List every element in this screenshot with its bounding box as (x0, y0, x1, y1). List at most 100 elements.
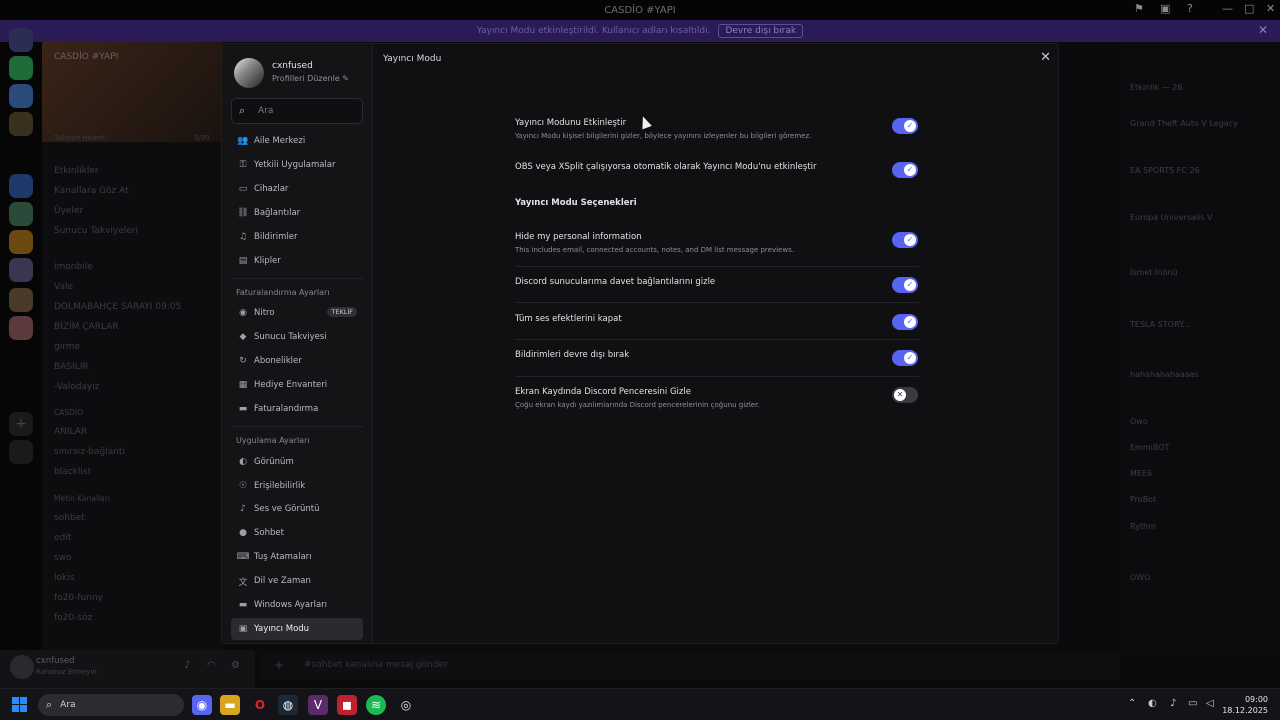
sidebar-item-connections[interactable]: ⛓ Bağlantılar (231, 202, 363, 224)
windows-start-icon[interactable] (12, 697, 28, 713)
server-icon[interactable] (9, 288, 33, 312)
mic-icon[interactable]: ♪ (184, 660, 190, 671)
member-item[interactable]: Rythm (1130, 522, 1156, 531)
channel-item[interactable]: Vale (54, 282, 73, 292)
taskbar-search[interactable]: ⌕ Ara (38, 694, 184, 716)
member-activity[interactable]: Grand Theft Auto V Legacy (1130, 119, 1238, 128)
discord-icon[interactable]: ◉ (192, 695, 212, 715)
help-icon[interactable]: ? (1187, 2, 1193, 15)
sidebar-item-devices[interactable]: ▭ Cihazlar (231, 178, 363, 200)
opera-icon[interactable]: O (250, 695, 270, 715)
channel-item[interactable]: Etkinlikler (54, 166, 99, 176)
sidebar-item-voice-video[interactable]: ♪ Ses ve Görüntü (231, 498, 363, 520)
close-icon[interactable]: ✕ (1040, 50, 1051, 65)
close-window-button[interactable]: ✕ (1266, 2, 1275, 15)
channel-item[interactable]: ANILAR (54, 427, 87, 437)
channel-category[interactable]: Metin Kanalları (54, 494, 110, 503)
server-icon[interactable] (9, 202, 33, 226)
channel-item[interactable]: fo20-funny (54, 593, 103, 603)
member-item[interactable]: MEE6 (1130, 469, 1152, 478)
member-item[interactable]: OWO (1130, 573, 1151, 582)
sidebar-item-clips[interactable]: ▤ Klipler (231, 250, 363, 272)
settings-icon[interactable]: ⚙ (231, 660, 240, 671)
avatar[interactable] (234, 58, 264, 88)
chat-input[interactable]: + #sohbet kanalına mesaj gönder (260, 652, 1120, 680)
hide-personal-info-toggle[interactable]: ✓ (892, 232, 918, 248)
sidebar-item-accessibility[interactable]: ☉ Erişilebilirlik (231, 475, 363, 497)
tray-app-icon[interactable]: ◐ (1148, 698, 1157, 709)
sidebar-item-subscriptions[interactable]: ↻ Abonelikler (231, 350, 363, 372)
spotify-icon[interactable]: ≋ (366, 695, 386, 715)
channel-item[interactable]: sohbet (54, 513, 85, 523)
chevron-up-icon[interactable]: ⌃ (1128, 698, 1136, 709)
channel-item[interactable]: fo20-söz (54, 613, 92, 623)
banner-close-icon[interactable]: ✕ (1258, 23, 1268, 37)
server-icon[interactable] (9, 258, 33, 282)
sidebar-item-authorized-apps[interactable]: ⚿ Yetkili Uygulamalar (231, 154, 363, 176)
volume-icon[interactable]: ◁ (1206, 698, 1214, 709)
channel-item[interactable]: BİZİM ÇARLAR (54, 322, 119, 332)
channel-category[interactable]: CASDİO (54, 408, 83, 417)
channel-item[interactable]: BASILIR (54, 362, 89, 372)
network-icon[interactable]: ▭ (1188, 698, 1197, 709)
disable-notifications-toggle[interactable]: ✓ (892, 350, 918, 366)
steam-icon[interactable]: ◍ (278, 695, 298, 715)
member-item[interactable]: İsmet İnönü (1130, 268, 1177, 277)
headphones-icon[interactable]: ◠ (207, 660, 216, 671)
avatar[interactable] (10, 655, 34, 679)
server-name[interactable]: CASDİO #YAPI (54, 52, 118, 62)
app-icon[interactable]: ◼ (337, 695, 357, 715)
sidebar-item-language[interactable]: 文 Dil ve Zaman (231, 570, 363, 592)
sidebar-item-nitro[interactable]: ◉ Nitro TEKLİF (231, 302, 363, 324)
maximize-button[interactable]: □ (1244, 2, 1254, 15)
channel-item[interactable]: edit (54, 533, 71, 543)
app-icon[interactable]: V (308, 695, 328, 715)
home-icon[interactable] (9, 28, 33, 52)
member-item[interactable]: hahahahahaaaas (1130, 370, 1199, 379)
enable-streamer-toggle[interactable]: ✓ (892, 118, 918, 134)
sidebar-item-server-boost[interactable]: ◆ Sunucu Takviyesi (231, 326, 363, 348)
channel-item[interactable]: swo (54, 553, 72, 563)
server-icon[interactable] (9, 230, 33, 254)
file-explorer-icon[interactable]: ▬ (220, 695, 240, 715)
settings-search-input[interactable]: ⌕ Ara (231, 98, 363, 124)
member-item[interactable]: EmmiBOT (1130, 443, 1169, 452)
inbox-icon[interactable]: ▣ (1160, 2, 1170, 15)
channel-item[interactable]: Üyeler (54, 206, 83, 216)
channel-item[interactable]: girme (54, 342, 80, 352)
taskbar-clock[interactable]: 09:00 18.12.2025 (1222, 694, 1268, 716)
channel-item[interactable]: Kanallara Göz At (54, 186, 129, 196)
hide-window-capture-toggle[interactable]: ✕ (892, 387, 918, 403)
discover-icon[interactable] (9, 440, 33, 464)
disable-streamer-button[interactable]: Devre dışı bırak (718, 24, 804, 38)
member-activity[interactable]: Europa Universalis V (1130, 213, 1212, 222)
sidebar-item-keybinds[interactable]: ⌨ Tuş Atamaları (231, 546, 363, 568)
sidebar-item-chat[interactable]: ● Sohbet (231, 522, 363, 544)
sidebar-item-streamer-mode[interactable]: ▣ Yayıncı Modu (231, 618, 363, 640)
disable-sounds-toggle[interactable]: ✓ (892, 314, 918, 330)
sidebar-item-family-center[interactable]: 👥 Aile Merkezi (231, 130, 363, 152)
app-icon[interactable]: ◎ (396, 695, 416, 715)
edit-profile-link[interactable]: Profilleri Düzenle ✎ (272, 74, 349, 83)
tray-mic-icon[interactable]: ♪ (1170, 698, 1176, 709)
pin-icon[interactable]: ⚑ (1134, 2, 1144, 15)
server-icon[interactable] (9, 316, 33, 340)
member-activity[interactable]: EA SPORTS FC 26 (1130, 166, 1200, 175)
channel-item[interactable]: DOLMABAHÇE SARAYI 09:05 (54, 302, 181, 312)
sidebar-item-notifications[interactable]: ♫ Bildirimler (231, 226, 363, 248)
sidebar-item-windows-settings[interactable]: ▬ Windows Ayarları (231, 594, 363, 616)
server-icon[interactable] (9, 112, 33, 136)
channel-item[interactable]: -Valodayiz (54, 382, 99, 392)
minimize-button[interactable]: — (1222, 2, 1233, 15)
auto-obs-toggle[interactable]: ✓ (892, 162, 918, 178)
server-icon[interactable] (9, 84, 33, 108)
server-icon[interactable] (9, 174, 33, 198)
member-item[interactable]: Owo (1130, 417, 1148, 426)
hide-invite-links-toggle[interactable]: ✓ (892, 277, 918, 293)
member-item[interactable]: TESLA STORY... (1130, 320, 1190, 329)
channel-item[interactable]: blacklist (54, 467, 91, 477)
member-item[interactable]: ProBot (1130, 495, 1156, 504)
sidebar-item-appearance[interactable]: ◐ Görünüm (231, 451, 363, 473)
add-attachment-icon[interactable]: + (274, 658, 284, 672)
channel-item[interactable]: imonbile (54, 262, 93, 272)
